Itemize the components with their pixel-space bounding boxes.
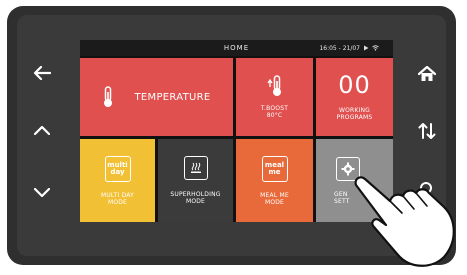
chevron-down-icon bbox=[34, 188, 50, 198]
general-settings-label-1: GEN bbox=[334, 190, 348, 198]
superholding-icon bbox=[183, 156, 208, 180]
superholding-label-2: MODE bbox=[185, 198, 206, 205]
swap-vertical-icon bbox=[418, 123, 436, 139]
meal-me-label-1: MEAL ME bbox=[260, 191, 289, 199]
meal-me-mode-tile[interactable]: meal me MEAL ME MODE bbox=[236, 139, 313, 222]
meal-me-icon-text-2: me bbox=[268, 167, 281, 176]
arrow-left-icon bbox=[33, 66, 51, 80]
chevron-up-icon bbox=[34, 125, 50, 135]
working-programs-label-2: PROGRAMS bbox=[336, 114, 373, 121]
home-icon bbox=[418, 66, 436, 81]
tboost-label-2: 80°C bbox=[266, 112, 283, 119]
temperature-tile[interactable]: TEMPERATURE bbox=[80, 58, 233, 136]
scroll-down-button[interactable] bbox=[25, 176, 59, 210]
status-right: 16:05 - 21/07 bbox=[319, 45, 379, 52]
tboost-label-1: T.BOOST bbox=[260, 105, 289, 112]
multi-day-mode-tile[interactable]: multi day MULTI DAY MODE bbox=[80, 139, 155, 222]
meal-me-label-2: MODE bbox=[264, 198, 285, 206]
multi-day-label-2: MODE bbox=[107, 198, 128, 206]
general-settings-label-2: SETT bbox=[334, 197, 350, 205]
temperature-label: TEMPERATURE bbox=[134, 91, 211, 103]
wifi-icon bbox=[372, 45, 379, 51]
thermometer-icon bbox=[104, 86, 113, 107]
multi-day-label-1: MULTI DAY bbox=[100, 191, 135, 199]
superholding-mode-tile[interactable]: SUPERHOLDING MODE bbox=[158, 139, 233, 222]
tboost-tile[interactable]: T.BOOST 80°C bbox=[236, 58, 313, 136]
swap-button[interactable] bbox=[410, 114, 444, 148]
working-programs-label-1: WORKING bbox=[338, 107, 371, 114]
meal-me-icon: meal me bbox=[261, 155, 288, 182]
tboost-thermometer-icon bbox=[266, 75, 281, 96]
touch-screen: HOME 16:05 - 21/07 TEMPERATURE T.BOOST 8… bbox=[80, 40, 393, 222]
status-bar: HOME 16:05 - 21/07 bbox=[80, 40, 393, 56]
superholding-label-1: SUPERHOLDING bbox=[170, 191, 221, 198]
play-icon bbox=[364, 45, 369, 51]
scroll-up-button[interactable] bbox=[25, 113, 59, 147]
working-programs-count: 00 bbox=[338, 71, 371, 99]
multi-day-icon-text-2: day bbox=[110, 167, 125, 176]
working-programs-tile[interactable]: 00 WORKING PROGRAMS bbox=[316, 58, 393, 136]
multi-day-icon: multi day bbox=[104, 155, 131, 182]
home-button[interactable] bbox=[410, 57, 444, 91]
back-button[interactable] bbox=[25, 56, 59, 90]
pointing-hand-icon bbox=[354, 176, 455, 267]
datetime: 16:05 - 21/07 bbox=[319, 44, 360, 52]
